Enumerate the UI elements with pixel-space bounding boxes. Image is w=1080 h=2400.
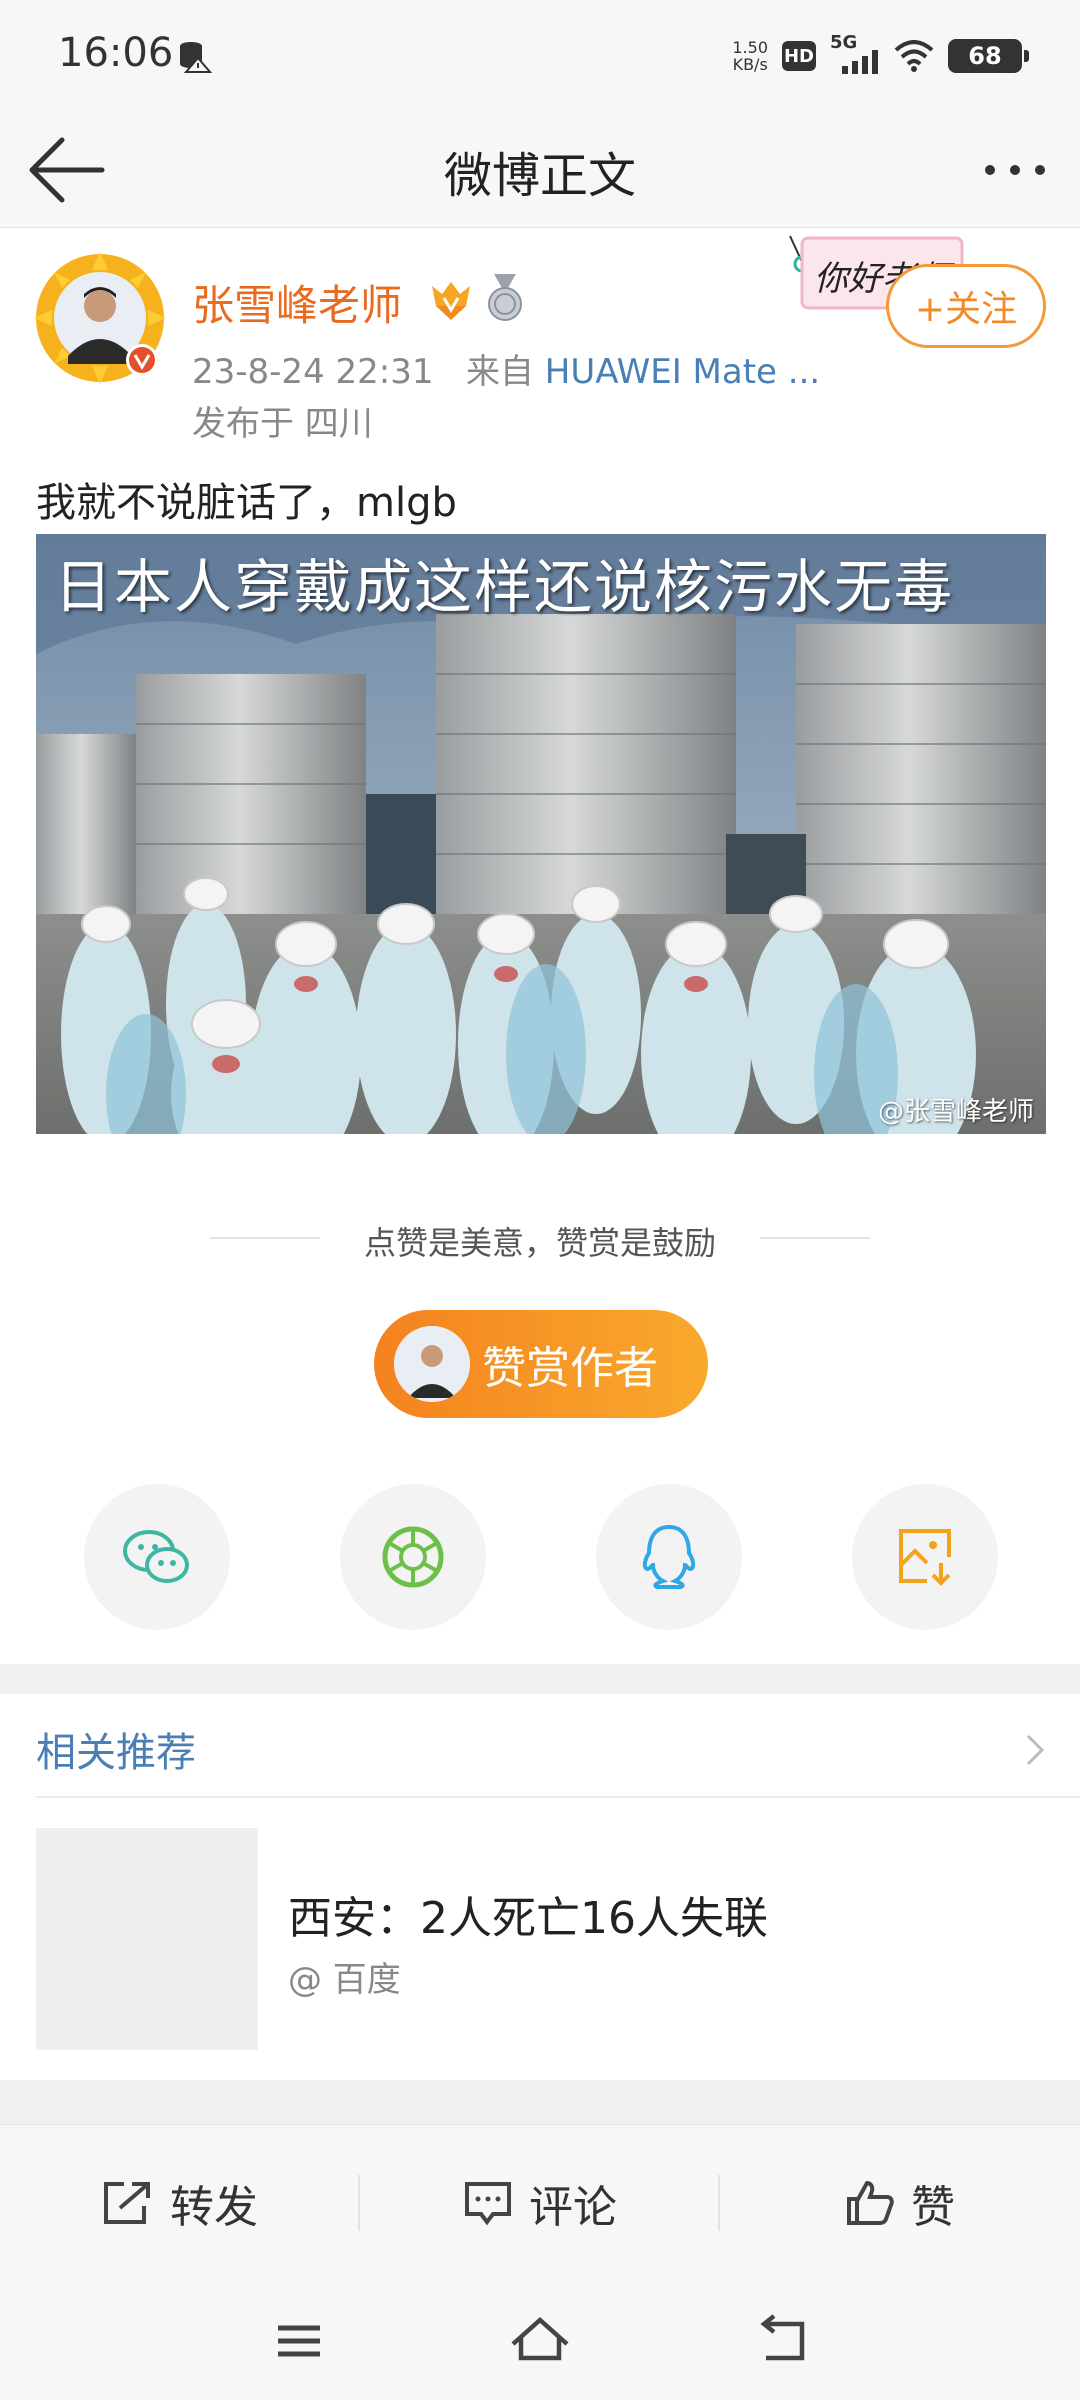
section-gap [0,2080,1080,2124]
network-speed: 1.50 KB/s [732,39,768,73]
save-image-icon [899,1529,951,1586]
related-title[interactable]: 相关推荐 [36,1720,196,1778]
top-app-bar: 微博正文 [0,110,1080,228]
speed-value: 1.50 [732,38,768,57]
status-time: 16:06 [58,30,174,76]
thumbs-up-icon [847,2180,894,2225]
hd-icon: HD [782,41,816,71]
post-source[interactable]: HUAWEI Mate ... [545,352,820,392]
post-datetime: 23-8-24 22:31 [192,352,434,392]
page-title: 微博正文 [443,148,636,204]
reward-button-label: 赞赏作者 [482,1343,658,1394]
related-thumbnail [36,1828,258,2050]
menu-icon[interactable] [264,2306,334,2376]
repost-button[interactable]: 转发 [0,2125,360,2281]
repost-icon [104,2182,150,2224]
author-name[interactable]: 张雪峰老师 [192,272,402,333]
related-divider [36,1796,1080,1798]
action-bar: 转发 评论 赞 [0,2124,1080,2280]
post-photo [36,534,1046,1134]
post-source-prefix: 来自 [465,352,534,392]
qq-icon [642,1524,696,1589]
chevron-right-icon[interactable] [1020,1730,1050,1770]
author-avatar[interactable] [34,252,166,384]
save-image-button[interactable] [852,1484,998,1630]
post-image[interactable]: 日本人穿戴成这样还说核污水无毒 @张雪峰老师 [36,534,1046,1134]
moments-icon [382,1526,444,1588]
speed-unit: KB/s [732,55,768,74]
more-options-icon[interactable] [970,140,1060,200]
post-location: 发布于 四川 [192,404,373,444]
section-gap [0,1664,1080,1694]
status-bar: 16:06 1.50 KB/s HD 5G 68 [0,0,1080,110]
signal-icon: 5G [830,32,880,76]
reward-tagline: 点赞是美意，赞赏是鼓励 [363,1224,716,1262]
image-watermark: @张雪峰老师 [877,1097,1034,1127]
vip-badge-icon[interactable] [428,276,474,322]
wechat-icon [123,1530,189,1583]
post-text: 我就不说脏话了，mlgb [36,480,457,526]
comment-icon [465,2182,511,2226]
reward-avatar [394,1326,470,1402]
comment-button[interactable]: 评论 [360,2125,720,2281]
battery-icon: 68 [948,39,1029,73]
follow-button[interactable]: +关注 [886,264,1046,348]
comment-label: 评论 [529,2182,617,2233]
share-wechat-button[interactable] [84,1484,230,1630]
like-button[interactable]: 赞 [720,2125,1080,2281]
home-icon[interactable] [505,2306,575,2376]
medal-badge-icon[interactable] [484,274,526,322]
like-label: 赞 [911,2182,955,2233]
related-source: @ 百度 [288,1960,401,2000]
storage-warning-icon [180,42,212,73]
share-moments-button[interactable] [340,1484,486,1630]
share-qq-button[interactable] [596,1484,742,1630]
system-nav-bar [0,2280,1080,2400]
back-icon[interactable] [746,2306,816,2376]
post-meta: 23-8-24 22:31 来自 HUAWEI Mate ... [192,344,820,393]
reward-author-button[interactable]: 赞赏作者 [374,1310,708,1418]
wifi-icon [894,40,934,72]
status-icons: 1.50 KB/s HD 5G 68 [732,32,1029,78]
image-caption: 日本人穿戴成这样还说核污水无毒 [54,553,955,621]
related-headline: 西安：2人死亡16人失联 [288,1893,768,1944]
repost-label: 转发 [170,2182,258,2233]
